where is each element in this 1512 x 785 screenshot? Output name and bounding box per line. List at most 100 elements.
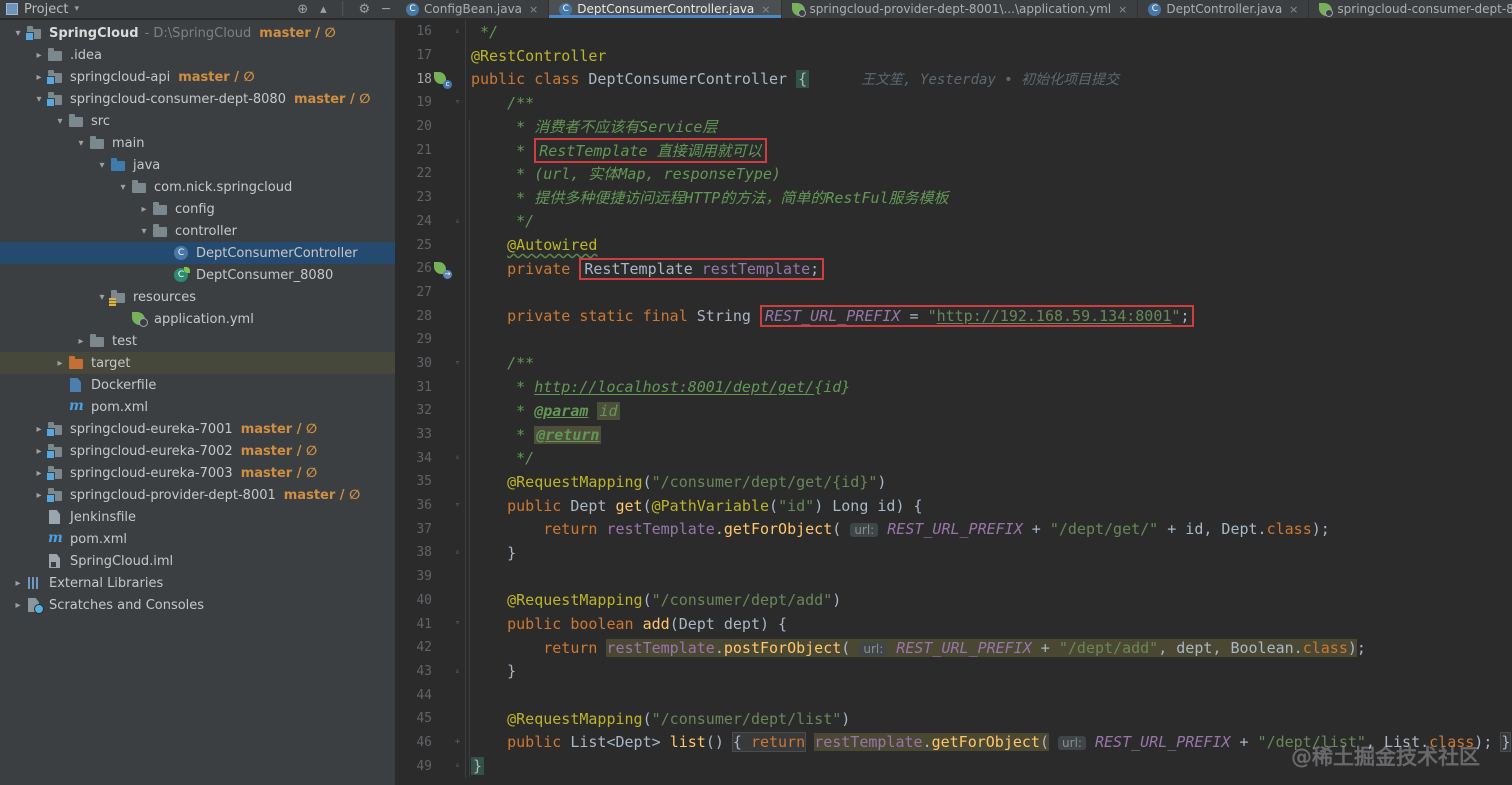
tab-springcloud-provider-dept-8001\...\application.yml[interactable]: springcloud-provider-dept-8001\...\appli…	[782, 0, 1139, 18]
code-text[interactable]: * 消费者不应该有Service层	[466, 116, 717, 137]
tree-row-Dockerfile[interactable]: Dockerfile	[0, 374, 395, 396]
code-text[interactable]: * 提供多种便捷访问远程HTTP的方法，简单的RestFul服务模板	[466, 187, 948, 208]
tree-row-main[interactable]: ▾ main	[0, 132, 395, 154]
tree-arrow[interactable]: ▸	[31, 50, 47, 61]
code-text[interactable]: return restTemplate.postForObject( url: …	[466, 638, 1366, 657]
tree-arrow[interactable]: ▾	[73, 138, 89, 149]
tab-springcloud-consumer-dept-8080\...\applica[interactable]: springcloud-consumer-dept-8080\...\appli…	[1309, 0, 1512, 18]
collapse-all-icon[interactable]: ▴	[320, 2, 327, 17]
fold-marker[interactable]: ▿	[450, 91, 466, 115]
tree-arrow[interactable]: ▾	[94, 292, 110, 303]
tree-row-controller[interactable]: ▾ controller	[0, 220, 395, 242]
tree-row-resources[interactable]: ▾ resources	[0, 286, 395, 308]
fold-marker[interactable]: ▿	[450, 493, 466, 518]
code-text[interactable]: @RequestMapping("/consumer/dept/get/{id}…	[466, 473, 886, 491]
tree-row-pom.xml[interactable]: m pom.xml	[0, 396, 395, 418]
chevron-down-icon[interactable]: ▾	[74, 4, 79, 14]
tree-arrow[interactable]: ▸	[10, 578, 26, 589]
hide-panel-icon[interactable]: ─	[382, 2, 390, 17]
fold-marker[interactable]: ▵	[450, 541, 466, 565]
tab-DeptConsumerController.java[interactable]: C DeptConsumerController.java ×	[549, 0, 782, 18]
tree-row-config[interactable]: ▸ config	[0, 198, 395, 220]
tree-arrow[interactable]: ▾	[136, 226, 152, 237]
close-icon[interactable]: ×	[1289, 3, 1298, 16]
tree-row-SpringCloud[interactable]: ▾ SpringCloud - D:\SpringCloud master / ∅	[0, 22, 395, 44]
code-text[interactable]: * @param id	[466, 401, 620, 420]
code-text[interactable]: * RestTemplate 直接调用就可以	[466, 137, 767, 163]
tree-arrow[interactable]: ▸	[73, 336, 89, 347]
tree-arrow[interactable]: ▾	[115, 182, 131, 193]
code-text[interactable]: */	[466, 23, 498, 41]
tree-row-DeptConsumer_8080[interactable]: C DeptConsumer_8080	[0, 264, 395, 286]
tree-row-External Libraries[interactable]: ▸ External Libraries	[0, 572, 395, 594]
tree-arrow[interactable]: ▸	[31, 468, 47, 479]
tree-row-pom.xml[interactable]: m pom.xml	[0, 528, 395, 550]
code-text[interactable]: return restTemplate.getForObject( url: R…	[466, 520, 1330, 538]
tree-row-springcloud-consumer-dept-8080[interactable]: ▾ springcloud-consumer-dept-8080 master / …	[0, 88, 395, 110]
close-icon[interactable]: ×	[529, 3, 538, 16]
tree-row-src[interactable]: ▾ src	[0, 110, 395, 132]
code-text[interactable]: }	[466, 662, 516, 680]
code-text[interactable]: */	[466, 449, 534, 467]
close-icon[interactable]: ×	[761, 3, 770, 16]
fold-marker[interactable]: ▵	[450, 754, 466, 778]
code-text[interactable]: */	[466, 212, 534, 230]
tree-row-java[interactable]: ▾ java	[0, 154, 395, 176]
code-text[interactable]: * (url, 实体Map, responseType)	[466, 163, 781, 184]
code-text[interactable]: /**	[466, 94, 534, 112]
code-text[interactable]: @RequestMapping("/consumer/dept/list")	[466, 710, 850, 728]
code-text[interactable]: @RequestMapping("/consumer/dept/add")	[466, 591, 841, 609]
tree-row-SpringCloud.iml[interactable]: SpringCloud.iml	[0, 550, 395, 572]
fold-marker[interactable]: ▵	[450, 659, 466, 684]
code-text[interactable]: public class DeptConsumerController {王文笙…	[466, 69, 1119, 89]
tree-arrow[interactable]: ▸	[31, 490, 47, 501]
tree-arrow[interactable]: ▾	[52, 116, 68, 127]
code-text[interactable]: * http://localhost:8001/dept/get/{id}	[466, 378, 850, 396]
tree-row-springcloud-provider-dept-8001[interactable]: ▸ springcloud-provider-dept-8001 master / …	[0, 484, 395, 506]
code-editor[interactable]: 16 ▵ */ 17 @RestController 18 c public class D…	[396, 20, 1512, 785]
tree-arrow[interactable]: ▸	[31, 446, 47, 457]
tree-arrow[interactable]: ▸	[31, 72, 47, 83]
autowired-arrow-icon[interactable]: →	[443, 269, 452, 279]
tree-row-target[interactable]: ▸ target	[0, 352, 395, 374]
tree-row-.idea[interactable]: ▸ .idea	[0, 44, 395, 66]
fold-marker[interactable]: +	[450, 730, 466, 755]
tree-row-com.nick.springcloud[interactable]: ▾ com.nick.springcloud	[0, 176, 395, 198]
tree-arrow[interactable]: ▸	[52, 358, 68, 369]
tree-row-DeptConsumerController[interactable]: C DeptConsumerController	[0, 242, 395, 264]
tree-row-application.yml[interactable]: application.yml	[0, 308, 395, 330]
code-text[interactable]: private static final String REST_URL_PRE…	[466, 305, 1195, 328]
tree-row-Jenkinsfile[interactable]: Jenkinsfile	[0, 506, 395, 528]
tree-arrow[interactable]: ▾	[31, 94, 47, 105]
tree-row-test[interactable]: ▸ test	[0, 330, 395, 352]
tab-DeptController.java[interactable]: C DeptController.java ×	[1138, 0, 1310, 18]
tree-arrow[interactable]: ▾	[94, 160, 110, 171]
fold-marker[interactable]: ▵	[450, 446, 466, 471]
locate-icon[interactable]: ⊕	[297, 2, 308, 17]
code-text[interactable]: /**	[466, 354, 534, 372]
settings-gear-icon[interactable]: ⚙	[359, 2, 371, 17]
tree-arrow[interactable]: ▸	[10, 600, 26, 611]
tree-arrow[interactable]: ▸	[136, 204, 152, 215]
fold-marker[interactable]: ▿	[450, 612, 466, 636]
tree-row-springcloud-eureka-7003[interactable]: ▸ springcloud-eureka-7003 master / ∅	[0, 462, 395, 484]
class-badge-icon[interactable]: c	[443, 80, 452, 90]
code-text[interactable]: private RestTemplate restTemplate;	[466, 257, 825, 280]
tree-row-springcloud-eureka-7001[interactable]: ▸ springcloud-eureka-7001 master / ∅	[0, 418, 395, 440]
fold-marker[interactable]: ▵	[450, 20, 466, 44]
tree-row-springcloud-api[interactable]: ▸ springcloud-api master / ∅	[0, 66, 395, 88]
tab-ConfigBean.java[interactable]: C ConfigBean.java ×	[396, 0, 550, 18]
fold-marker[interactable]: ▵	[450, 209, 466, 234]
code-text[interactable]: }	[466, 544, 516, 562]
code-text[interactable]: public Dept get(@PathVariable("id") Long…	[466, 497, 922, 515]
fold-marker[interactable]: ▿	[450, 351, 466, 376]
tree-arrow[interactable]: ▾	[10, 28, 26, 39]
tree-arrow[interactable]: ▸	[31, 424, 47, 435]
code-text[interactable]: @Autowired	[466, 236, 597, 254]
tree-row-Scratches and Consoles[interactable]: ▸ Scratches and Consoles	[0, 594, 395, 616]
code-text[interactable]: * @return	[466, 425, 602, 444]
code-text[interactable]: public boolean add(Dept dept) {	[466, 615, 787, 633]
project-panel-title[interactable]: Project	[24, 2, 68, 17]
tree-row-springcloud-eureka-7002[interactable]: ▸ springcloud-eureka-7002 master / ∅	[0, 440, 395, 462]
code-text[interactable]: @RestController	[466, 47, 606, 65]
